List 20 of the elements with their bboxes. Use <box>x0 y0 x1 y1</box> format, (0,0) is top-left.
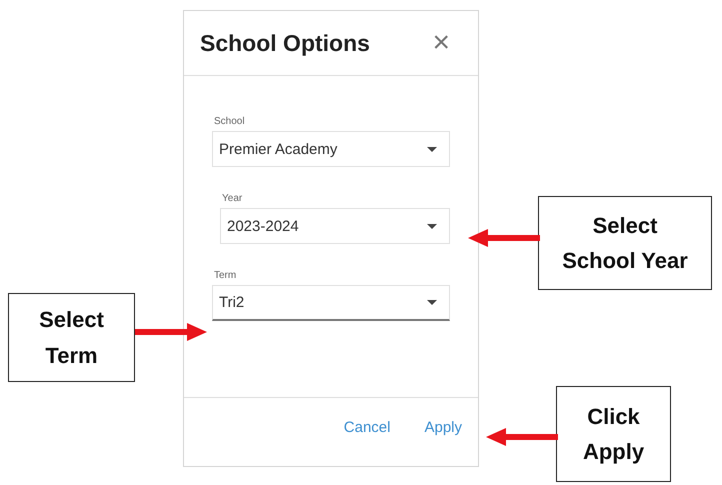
field-label: Term <box>214 270 238 281</box>
select-field[interactable]: Premier Academy <box>212 131 450 167</box>
field-label: Year <box>222 193 244 204</box>
dialog-title: School Options <box>200 30 370 56</box>
field-label: School <box>214 116 246 127</box>
callout-text: Apply <box>582 438 644 466</box>
close-button[interactable]: × <box>432 28 450 58</box>
caret-icon <box>427 300 437 305</box>
callout-text: Click <box>587 402 640 431</box>
callout-text: Term <box>45 342 98 370</box>
caret-icon <box>427 146 437 152</box>
select-field[interactable]: 2023-2024 <box>220 208 450 244</box>
callout-text: Select <box>592 212 658 240</box>
callout-text: School Year <box>562 247 688 275</box>
select-field[interactable]: Tri2 <box>212 285 450 321</box>
callout-text: Select <box>39 306 104 334</box>
arrow <box>135 323 207 341</box>
arrow <box>486 428 558 446</box>
caret-icon <box>427 224 437 228</box>
arrow <box>468 229 540 247</box>
